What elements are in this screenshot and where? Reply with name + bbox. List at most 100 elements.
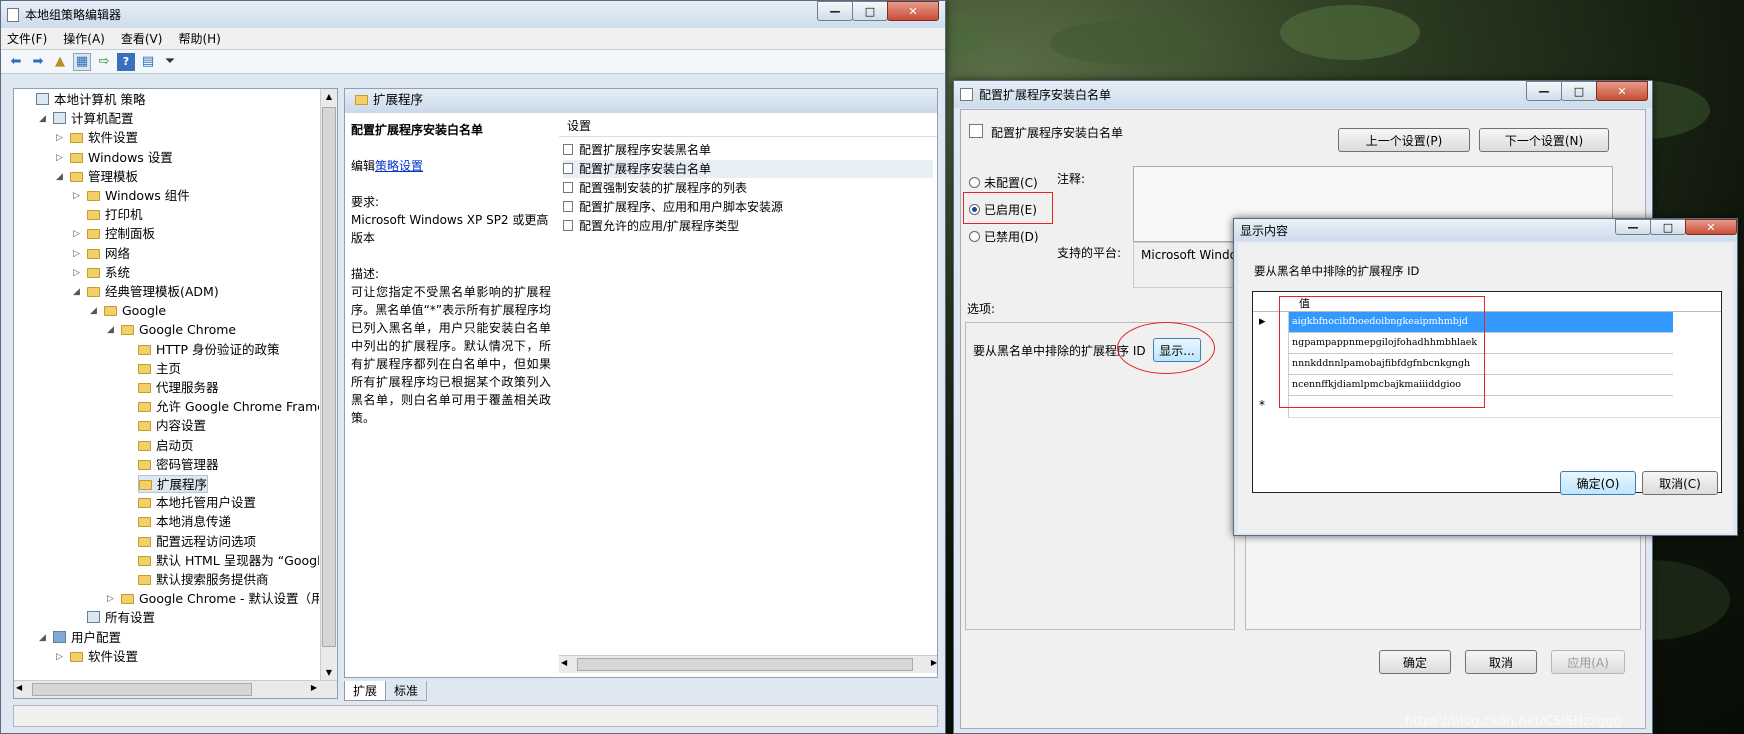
expanded-arrow-icon[interactable]: ◢: [73, 283, 83, 301]
tab-extended[interactable]: 扩展: [344, 681, 387, 701]
menu-item-2[interactable]: 查看(V): [121, 30, 163, 47]
tree-node[interactable]: 本地消息传递: [138, 513, 231, 531]
tree-node[interactable]: ◢ Google Chrome: [107, 321, 236, 339]
collapsed-arrow-icon[interactable]: ▷: [73, 187, 83, 205]
scroll-left-icon[interactable]: ◀: [561, 658, 567, 667]
h-scroll-thumb[interactable]: [32, 683, 252, 696]
tree-node[interactable]: 配置远程访问选项: [138, 533, 256, 551]
tree-node[interactable]: 本地计算机 策略: [36, 91, 145, 109]
menu-item-1[interactable]: 操作(A): [63, 30, 105, 47]
tree-node[interactable]: ▷ Google Chrome - 默认设置（用户: [107, 590, 319, 608]
expanded-arrow-icon[interactable]: ◢: [39, 110, 49, 128]
policy-settings-link[interactable]: 策略设置: [375, 159, 423, 173]
tree-node[interactable]: 本地托管用户设置: [138, 494, 256, 512]
tree-node[interactable]: ▷ 软件设置: [56, 648, 138, 666]
back-arrow-icon[interactable]: ⬅: [7, 53, 25, 71]
tab-standard[interactable]: 标准: [386, 681, 428, 701]
collapsed-arrow-icon[interactable]: ▷: [73, 225, 83, 243]
setting-item[interactable]: 配置扩展程序、应用和用户脚本安装源: [563, 198, 783, 216]
minimize-button[interactable]: —: [817, 1, 853, 21]
tree-node[interactable]: 默认搜索服务提供商: [138, 571, 269, 589]
ok-button[interactable]: 确定(O): [1560, 471, 1636, 495]
tree-node[interactable]: ▷ Windows 组件: [73, 187, 190, 205]
tree-node[interactable]: 代理服务器: [138, 379, 219, 397]
settings-horizontal-scrollbar[interactable]: ◀ ▶: [559, 655, 937, 673]
tree-node[interactable]: 密码管理器: [138, 456, 219, 474]
setting-item[interactable]: 配置允许的应用/扩展程序类型: [563, 217, 739, 235]
scroll-right-icon[interactable]: ▶: [311, 683, 317, 692]
scroll-thumb[interactable]: [322, 107, 336, 647]
collapsed-arrow-icon[interactable]: ▷: [56, 129, 66, 147]
tree-node[interactable]: ◢ 用户配置: [39, 629, 121, 647]
tree-vertical-scrollbar[interactable]: ▲ ▼: [320, 89, 337, 681]
tree-node[interactable]: 主页: [138, 360, 181, 378]
tree-node[interactable]: 所有设置: [87, 609, 155, 627]
scroll-down-icon[interactable]: ▼: [321, 665, 337, 681]
collapsed-arrow-icon[interactable]: ▷: [56, 648, 66, 666]
show-hide-tree-icon[interactable]: ▦: [73, 52, 91, 71]
values-grid[interactable]: 值 ▸ aigkbfnocibfboedoibngkeaipmhmbjd ngpa…: [1252, 291, 1722, 493]
tree-node[interactable]: 默认 HTML 呈现器为 “Google: [138, 552, 319, 570]
collapsed-arrow-icon[interactable]: ▷: [73, 264, 83, 282]
group-policy-editor-window: 本地组策略编辑器 — □ ✕ 文件(F) 操作(A) 查看(V) 帮助(H) ⬅ ➡ …: [0, 0, 946, 734]
collapsed-arrow-icon[interactable]: ▷: [56, 149, 66, 167]
export-list-icon[interactable]: ⇨: [95, 53, 113, 71]
setting-item[interactable]: 配置强制安装的扩展程序的列表: [563, 179, 747, 197]
menu-item-3[interactable]: 帮助(H): [178, 30, 220, 47]
properties-icon[interactable]: ▤: [139, 53, 157, 71]
tree-node[interactable]: ◢ Google: [90, 302, 166, 320]
folder-icon: [121, 594, 134, 605]
close-button[interactable]: ✕: [887, 1, 939, 21]
previous-setting-button[interactable]: 上一个设置(P): [1338, 128, 1470, 152]
filter-icon[interactable]: ⏷: [161, 53, 179, 71]
tree-node[interactable]: 启动页: [138, 437, 194, 455]
expanded-arrow-icon[interactable]: ◢: [107, 321, 117, 339]
cancel-button[interactable]: 取消(C): [1642, 471, 1718, 495]
setting-item[interactable]: 配置扩展程序安装白名单: [563, 160, 933, 178]
up-folder-icon[interactable]: ▲: [51, 53, 69, 71]
maximize-button[interactable]: □: [1650, 219, 1686, 235]
maximize-button[interactable]: □: [852, 1, 888, 21]
tree-node[interactable]: 允许 Google Chrome Frame处: [138, 398, 319, 416]
cancel-button[interactable]: 取消: [1465, 650, 1537, 674]
expanded-arrow-icon[interactable]: ◢: [39, 629, 49, 647]
apply-button[interactable]: 应用(A): [1551, 650, 1625, 674]
menu-item-0[interactable]: 文件(F): [7, 30, 47, 47]
expanded-arrow-icon[interactable]: ◢: [90, 302, 100, 320]
scroll-right-icon[interactable]: ▶: [931, 658, 937, 667]
tree-node[interactable]: ◢ 经典管理模板(ADM): [73, 283, 219, 301]
close-button[interactable]: ✕: [1685, 219, 1737, 235]
tree-node[interactable]: ▷ 软件设置: [56, 129, 138, 147]
tree-node[interactable]: ▷ 系统: [73, 264, 130, 282]
collapsed-arrow-icon[interactable]: ▷: [73, 245, 83, 263]
next-setting-button[interactable]: 下一个设置(N): [1479, 128, 1609, 152]
tree-node[interactable]: ▷ 控制面板: [73, 225, 155, 243]
navigation-tree[interactable]: 本地计算机 策略 ◢ 计算机配置 ▷ 软件设置 ▷ Windows 设置 ◢ 管理模板 ▷ Wind…: [13, 88, 338, 699]
h-scroll-thumb[interactable]: [577, 658, 913, 671]
tree-node[interactable]: 打印机: [87, 206, 143, 224]
tree-node[interactable]: ◢ 计算机配置: [39, 110, 134, 128]
tree-node[interactable]: 内容设置: [138, 417, 206, 435]
minimize-button[interactable]: —: [1526, 81, 1562, 101]
maximize-button[interactable]: □: [1561, 81, 1597, 101]
folder-icon: [138, 498, 151, 509]
setting-item[interactable]: 配置扩展程序安装黑名单: [563, 141, 711, 159]
expanded-arrow-icon[interactable]: ◢: [56, 168, 66, 186]
radio-not-configured[interactable]: 未配置(C): [969, 174, 1038, 191]
scroll-up-icon[interactable]: ▲: [321, 89, 337, 105]
minimize-button[interactable]: —: [1615, 219, 1651, 235]
forward-arrow-icon[interactable]: ➡: [29, 53, 47, 71]
tree-node[interactable]: HTTP 身份验证的政策: [138, 341, 279, 359]
scroll-left-icon[interactable]: ◀: [16, 683, 22, 692]
tree-node[interactable]: ▷ 网络: [73, 245, 130, 263]
close-button[interactable]: ✕: [1596, 81, 1648, 101]
help-icon[interactable]: ?: [117, 52, 135, 71]
tree-node[interactable]: 扩展程序: [138, 475, 209, 493]
collapsed-arrow-icon[interactable]: ▷: [107, 590, 117, 608]
tree-node[interactable]: ▷ Windows 设置: [56, 149, 173, 167]
ok-button[interactable]: 确定: [1379, 650, 1451, 674]
tree-node[interactable]: ◢ 管理模板: [56, 168, 138, 186]
radio-disabled[interactable]: 已禁用(D): [969, 228, 1039, 245]
tree-horizontal-scrollbar[interactable]: ◀ ▶: [14, 680, 337, 698]
settings-column-header[interactable]: 设置: [559, 115, 937, 137]
